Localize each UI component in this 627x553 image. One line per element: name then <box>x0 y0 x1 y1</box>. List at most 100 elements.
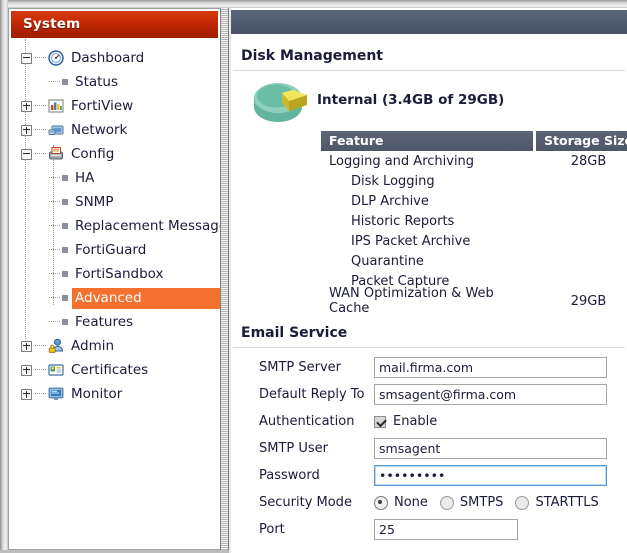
tree-connector <box>49 201 60 203</box>
email-service-heading: Email Service <box>231 311 627 347</box>
port-label: Port <box>259 522 374 537</box>
navigation-tree[interactable]: DashboardStatus FortiView Network Config HA S… <box>9 38 220 406</box>
sidebar-item-label: FortiSandbox <box>75 266 164 282</box>
sidebar-item-network[interactable]: Network <box>9 118 220 142</box>
bar-chart-icon <box>48 98 66 114</box>
security-mode-option-label: STARTTLS <box>535 495 598 510</box>
tree-connector <box>49 225 60 227</box>
tree-connector <box>49 81 60 83</box>
sidebar-item-snmp[interactable]: SNMP <box>9 190 220 214</box>
cell-feature: Quarantine <box>321 254 536 269</box>
authentication-enable-label: Enable <box>393 414 437 429</box>
content-pane: Disk Management <box>229 8 627 553</box>
sidebar-item-certificates[interactable]: Certificates <box>9 358 220 382</box>
tree-expand-icon[interactable] <box>21 101 32 112</box>
table-row: Logging and Archiving28GB <box>321 151 627 171</box>
authentication-enable-checkbox[interactable] <box>374 416 386 428</box>
sidebar-item-label: SNMP <box>75 194 113 210</box>
cell-storage-size: 29GB <box>536 294 627 309</box>
smtp-user-row: SMTP User <box>231 435 627 462</box>
security-mode-row: Security Mode None SMTPS STARTTLS <box>231 489 627 516</box>
tree-connector <box>35 369 46 371</box>
disk-volume-header: Internal (3.4GB of 29GB) <box>231 79 627 127</box>
certificate-card-icon <box>48 362 66 378</box>
sidebar-item-fortiview[interactable]: FortiView <box>9 94 220 118</box>
disk-table-body: Logging and Archiving28GB Disk Logging DLP… <box>321 151 627 311</box>
sidebar-item-fortiguard[interactable]: FortiGuard <box>9 238 220 262</box>
cell-feature: WAN Optimization & Web Cache <box>321 286 536 316</box>
tree-connector <box>49 249 60 251</box>
sidebar-item-label: Config <box>71 146 114 162</box>
security-mode-option-starttls[interactable]: STARTTLS <box>515 495 598 510</box>
sidebar-title: System <box>11 11 218 38</box>
tree-connector <box>49 321 60 323</box>
security-mode-option-label: None <box>394 495 428 510</box>
tree-connector <box>49 273 60 275</box>
sidebar-item-advanced[interactable]: Advanced <box>9 286 220 310</box>
smtp-user-input[interactable] <box>374 438 607 459</box>
disk-management-heading: Disk Management <box>231 34 627 70</box>
sidebar-item-replacement-message[interactable]: Replacement Message <box>9 214 220 238</box>
sidebar-item-label: FortiGuard <box>75 242 146 258</box>
disk-usage-pie-icon <box>249 79 311 127</box>
tree-bullet-icon <box>62 79 68 85</box>
tree-connector <box>35 345 46 347</box>
default-reply-to-label: Default Reply To <box>259 387 374 402</box>
radio-button[interactable] <box>440 496 454 510</box>
security-mode-option-none[interactable]: None <box>374 495 428 510</box>
tree-connector <box>35 57 46 59</box>
tree-collapse-icon[interactable] <box>21 149 32 160</box>
security-mode-option-label: SMTPS <box>460 495 504 510</box>
tree-bullet-icon <box>62 175 68 181</box>
tree-connector <box>35 105 46 107</box>
smtp-user-label: SMTP User <box>259 441 374 456</box>
column-header-feature: Feature <box>321 131 533 151</box>
sidebar-item-ha[interactable]: HA <box>9 166 220 190</box>
default-reply-to-input[interactable] <box>374 384 607 405</box>
sidebar-item-fortisandbox[interactable]: FortiSandbox <box>9 262 220 286</box>
cell-feature: Disk Logging <box>321 174 536 189</box>
password-input[interactable] <box>374 465 607 486</box>
tree-expand-icon[interactable] <box>21 125 32 136</box>
network-monitor-icon <box>48 122 66 138</box>
tree-connector <box>35 129 46 131</box>
tree-bullet-icon <box>62 223 68 229</box>
security-mode-option-smtps[interactable]: SMTPS <box>440 495 504 510</box>
radio-button[interactable] <box>374 496 388 510</box>
table-row: IPS Packet Archive <box>321 231 627 251</box>
cell-feature: DLP Archive <box>321 194 536 209</box>
port-row: Port <box>231 516 627 543</box>
security-mode-label: Security Mode <box>259 495 374 510</box>
sidebar-panel: System DashboardStatus FortiView Network Co… <box>8 8 220 550</box>
content-body: Disk Management <box>231 34 627 553</box>
radio-button[interactable] <box>515 496 529 510</box>
table-row: DLP Archive <box>321 191 627 211</box>
sidebar-item-label: FortiView <box>71 98 133 114</box>
disk-volume-caption: Internal (3.4GB of 29GB) <box>317 92 504 114</box>
tree-connector <box>49 297 60 299</box>
sidebar-item-dashboard[interactable]: Dashboard <box>9 46 220 70</box>
sidebar-item-label: Advanced <box>75 290 142 306</box>
sidebar-item-admin[interactable]: Admin <box>9 334 220 358</box>
tree-collapse-icon[interactable] <box>21 53 32 64</box>
tree-expand-icon[interactable] <box>21 389 32 400</box>
sidebar-item-features[interactable]: Features <box>9 310 220 334</box>
disk-feature-table: Feature Storage Size Logging and Archivi… <box>321 131 627 311</box>
port-input[interactable] <box>374 519 518 540</box>
tree-expand-icon[interactable] <box>21 341 32 352</box>
tree-expand-icon[interactable] <box>21 365 32 376</box>
sidebar-item-label: HA <box>75 170 94 186</box>
smtp-server-input[interactable] <box>374 357 607 378</box>
security-mode-radio-group[interactable]: None SMTPS STARTTLS <box>374 495 611 510</box>
dashboard-gauge-icon <box>48 50 66 66</box>
sidebar-item-status[interactable]: Status <box>9 70 220 94</box>
sidebar-item-config[interactable]: Config <box>9 142 220 166</box>
sidebar-item-label: Features <box>75 314 133 330</box>
config-device-icon <box>48 146 66 162</box>
cell-feature: IPS Packet Archive <box>321 234 536 249</box>
pane-splitter-scrollbar[interactable] <box>220 8 229 550</box>
disk-management-section: Internal (3.4GB of 29GB) Feature Storage… <box>231 71 627 311</box>
sidebar-item-monitor[interactable]: Monitor <box>9 382 220 406</box>
tree-bullet-icon <box>62 199 68 205</box>
password-row: Password <box>231 462 627 489</box>
